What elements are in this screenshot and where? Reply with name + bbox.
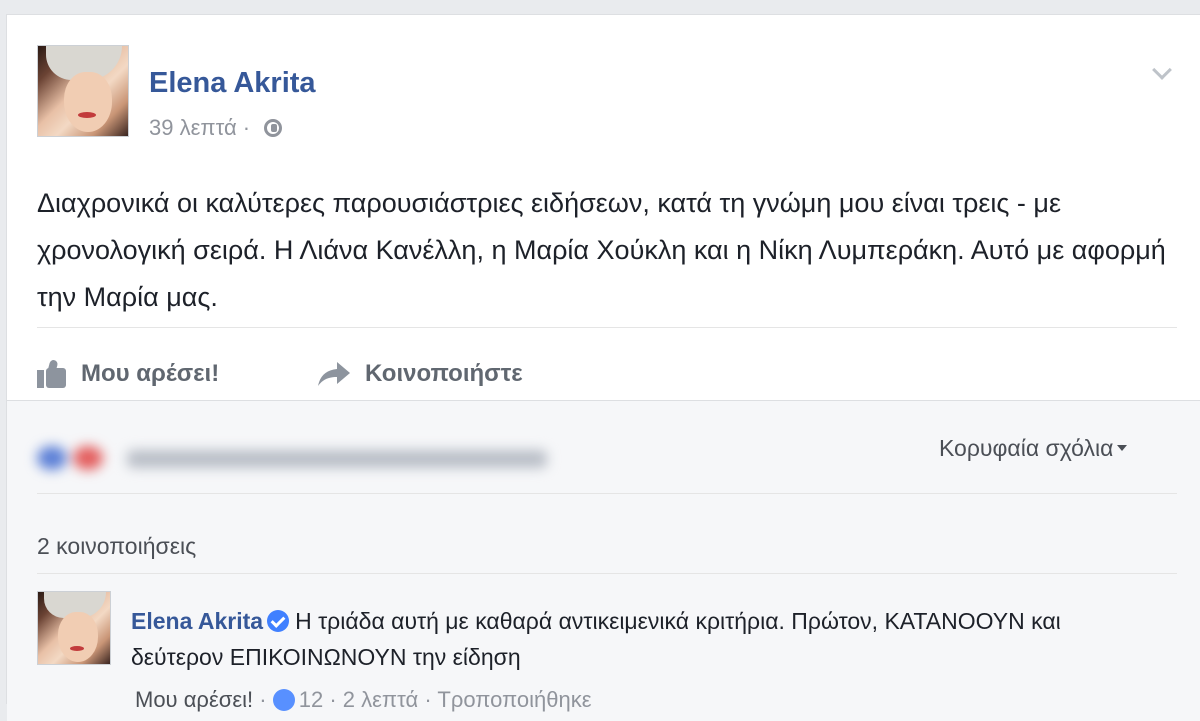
- meta-separator: ·: [242, 115, 251, 140]
- author-avatar[interactable]: [37, 45, 129, 137]
- shares-count[interactable]: 2 κοινοποιήσεις: [37, 533, 196, 560]
- author-name[interactable]: Elena Akrita: [149, 67, 316, 100]
- verified-badge-icon: [267, 610, 290, 632]
- chevron-down-icon[interactable]: [1152, 60, 1172, 80]
- share-label: Κοινοποιήστε: [365, 360, 523, 387]
- comment-sort-label: Κορυφαία σχόλια: [939, 435, 1114, 461]
- divider: [37, 573, 1177, 574]
- post-meta: 39 λεπτά ·: [149, 115, 283, 141]
- like-label: Μου αρέσει!: [81, 360, 220, 387]
- share-button[interactable]: Κοινοποιήστε: [317, 360, 523, 388]
- caret-down-icon: [1117, 445, 1128, 451]
- post-card: Elena Akrita 39 λεπτά · Διαχρονικά οι κα…: [6, 14, 1200, 721]
- share-icon: [318, 362, 350, 386]
- divider: [37, 493, 1177, 494]
- comment-item: Elena Akrita Η τριάδα αυτή με καθαρά αντι…: [131, 603, 1131, 675]
- like-button[interactable]: Μου αρέσει!: [37, 359, 220, 388]
- like-icon: [37, 359, 67, 388]
- comment-sort-dropdown[interactable]: Κορυφαία σχόλια: [939, 435, 1128, 462]
- comment-author-name[interactable]: Elena Akrita: [131, 608, 263, 634]
- globe-icon[interactable]: [264, 119, 283, 137]
- blurred-reactions-summary: [37, 438, 557, 478]
- like-reaction-icon: [272, 689, 295, 711]
- divider: [37, 327, 1177, 328]
- post-timestamp[interactable]: 39 λεπτά: [149, 115, 237, 140]
- post-text: Διαχρονικά οι καλύτερες παρουσιάστριες ε…: [37, 188, 1166, 312]
- comment-author-avatar[interactable]: [37, 591, 111, 665]
